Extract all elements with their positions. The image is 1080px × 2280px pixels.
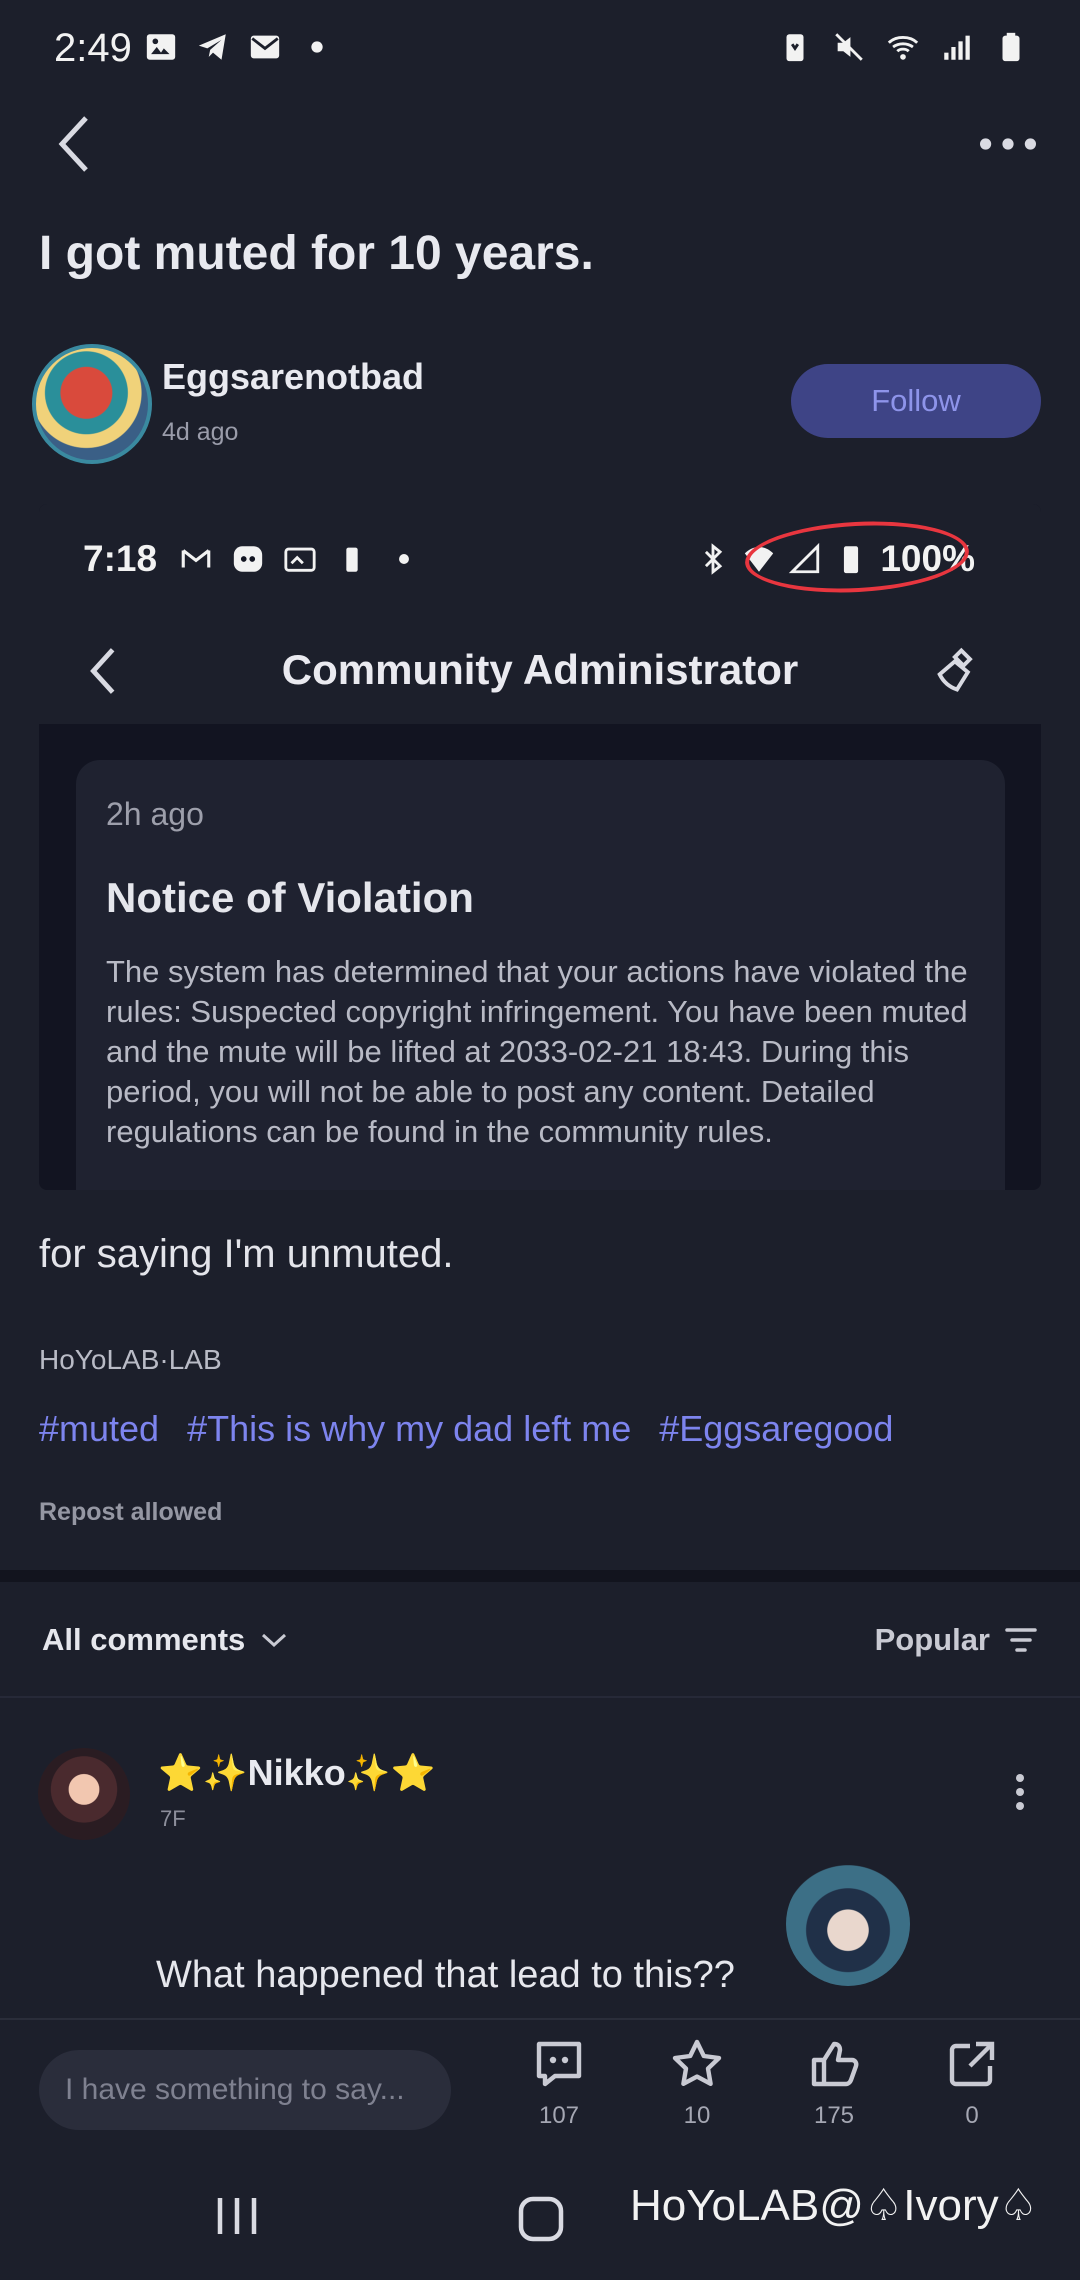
share-button[interactable]: 0 xyxy=(922,2036,1022,2130)
status-left-icons xyxy=(144,30,334,64)
bluetooth-icon xyxy=(705,543,723,575)
gmail-icon xyxy=(181,549,211,568)
status-right-icons xyxy=(778,30,1028,64)
mute-icon xyxy=(835,33,863,61)
section-divider xyxy=(0,1570,1080,1582)
comments-filter-dropdown[interactable]: All comments xyxy=(42,1622,289,1658)
comment-count: 107 xyxy=(538,2102,580,2129)
like-count: 175 xyxy=(813,2102,855,2129)
collect-star-icon xyxy=(672,2039,722,2086)
comment-button[interactable]: 107 xyxy=(509,2036,609,2130)
like-button[interactable]: 175 xyxy=(784,2036,884,2130)
embedded-status-left-icons xyxy=(179,542,421,576)
battery-icon xyxy=(1002,32,1020,62)
post-timestamp: 4d ago xyxy=(162,418,239,446)
chevron-down-icon xyxy=(262,1633,287,1648)
post-source[interactable]: HoYoLAB·LAB xyxy=(39,1344,222,1376)
post-image[interactable]: 7:18 100% Community Administrator 2h ago… xyxy=(39,504,1041,1190)
comment-icon xyxy=(536,2041,582,2087)
photos-icon xyxy=(284,547,316,572)
embedded-header-title: Community Administrator xyxy=(281,646,799,693)
dot-icon xyxy=(311,41,323,53)
signal-icon xyxy=(944,35,970,60)
comment-text: What happened that lead to this?? xyxy=(156,1954,735,1996)
repost-notice: Repost allowed xyxy=(39,1498,223,1526)
comments-filter-label: All comments xyxy=(42,1622,246,1657)
mail-icon xyxy=(250,35,280,59)
comment-input[interactable]: I have something to say... xyxy=(39,2050,451,2130)
dot-icon xyxy=(399,554,409,564)
wifi-icon xyxy=(887,36,919,60)
watermark: HoYoLAB@♤Ivory♤ xyxy=(630,2181,1039,2230)
collect-button[interactable]: 10 xyxy=(647,2036,747,2130)
like-icon xyxy=(811,2041,859,2087)
comments-divider xyxy=(0,1696,1080,1698)
telegram-icon xyxy=(198,34,226,60)
hashtag-eggsaregood[interactable]: #Eggsaregood xyxy=(659,1408,893,1450)
back-button[interactable] xyxy=(50,112,98,176)
battery-saver-icon xyxy=(786,34,804,62)
post-title: I got muted for 10 years. xyxy=(39,227,594,280)
more-options-button[interactable] xyxy=(976,118,1040,170)
share-count: 0 xyxy=(965,2102,979,2129)
notice-title: Notice of Violation xyxy=(106,874,474,921)
status-bar: 2:49 xyxy=(0,0,1080,100)
sort-icon xyxy=(1005,1628,1037,1652)
comment-more-icon[interactable] xyxy=(1008,1770,1032,1814)
hashtag-muted[interactable]: #muted xyxy=(39,1408,159,1450)
notice-card: 2h ago Notice of Violation The system ha… xyxy=(76,760,1005,1190)
embedded-status-time: 7:18 xyxy=(83,538,158,579)
broom-icon xyxy=(937,647,973,692)
image-icon xyxy=(146,34,176,60)
share-icon xyxy=(949,2041,995,2087)
hashtag-dad-left[interactable]: #This is why my dad left me xyxy=(187,1408,631,1450)
comment-author-name[interactable]: ⭐✨Nikko✨⭐ xyxy=(158,1752,435,1794)
author-avatar[interactable] xyxy=(32,344,152,464)
post-body-text: for saying I'm unmuted. xyxy=(39,1232,454,1276)
home-button[interactable] xyxy=(516,2194,566,2244)
embedded-battery-small-icon xyxy=(346,547,358,572)
discord-icon xyxy=(233,546,263,572)
follow-button[interactable]: Follow xyxy=(791,364,1041,438)
recent-apps-button[interactable] xyxy=(212,2194,262,2238)
sort-dropdown[interactable]: Popular xyxy=(875,1622,1038,1658)
comment-avatar[interactable] xyxy=(38,1748,130,1840)
collect-count: 10 xyxy=(683,2102,711,2129)
sort-label: Popular xyxy=(874,1622,990,1657)
notice-body: The system has determined that your acti… xyxy=(106,954,968,1149)
comment-floor: 7F xyxy=(160,1806,186,1831)
hashtag-list: #muted #This is why my dad left me #Eggs… xyxy=(39,1408,893,1450)
notice-time: 2h ago xyxy=(106,796,204,832)
author-name[interactable]: Eggsarenotbad xyxy=(162,356,424,398)
comment-sticker xyxy=(786,1862,910,1986)
status-time: 2:49 xyxy=(54,26,132,70)
